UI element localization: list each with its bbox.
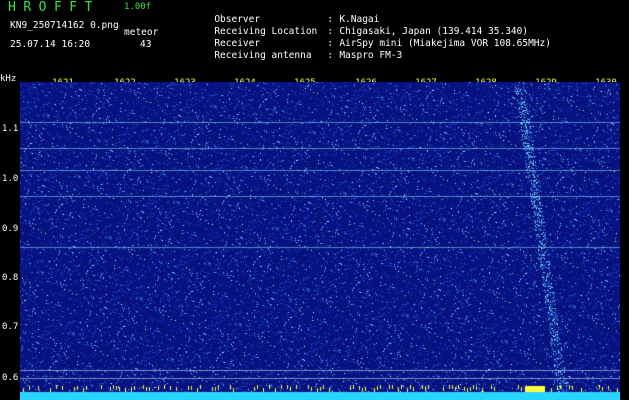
spectrogram-waterfall	[20, 82, 620, 400]
right-edge-strip	[620, 82, 629, 400]
y-tick: 1.0	[2, 174, 19, 184]
app-version: 1.00f	[124, 2, 152, 12]
info-row-observer: Observer: K.Nagai	[180, 2, 551, 25]
info-value: Chigasaki, Japan (139.414 35.340)	[339, 26, 529, 37]
info-value: Maspro FM-3	[339, 50, 403, 61]
info-key: Receiver	[214, 38, 261, 49]
info-table: Observer: K.Nagai Receiving Location: Chig…	[180, 2, 551, 61]
info-key: Observer	[214, 14, 261, 25]
meteor-label: meteor	[124, 27, 159, 38]
info-key: Receiving Location	[214, 26, 318, 37]
y-tick: 0.6	[2, 373, 19, 383]
y-tick: 0.8	[2, 273, 19, 283]
info-separator: :	[327, 50, 334, 61]
datetime: 25.07.14 16:20	[10, 39, 91, 50]
y-tick: 0.7	[2, 322, 19, 332]
info-separator: :	[327, 14, 334, 25]
meteor-count: 43	[140, 39, 152, 50]
info-value: AirSpy mini (Miakejima VOR 108.65MHz)	[339, 38, 551, 49]
header-panel: HROFFT 1.00f KN9_250714162 0.png meteor …	[0, 0, 629, 75]
file-name: KN9_250714162 0.png	[10, 20, 119, 31]
info-separator: :	[327, 26, 334, 37]
y-tick: 0.9	[2, 224, 19, 234]
app-title: HROFFT	[8, 0, 100, 15]
info-key: Receiving antenna	[214, 50, 312, 61]
y-tick: 1.1	[2, 124, 19, 134]
info-value: K.Nagai	[339, 14, 380, 25]
info-separator: :	[327, 38, 334, 49]
